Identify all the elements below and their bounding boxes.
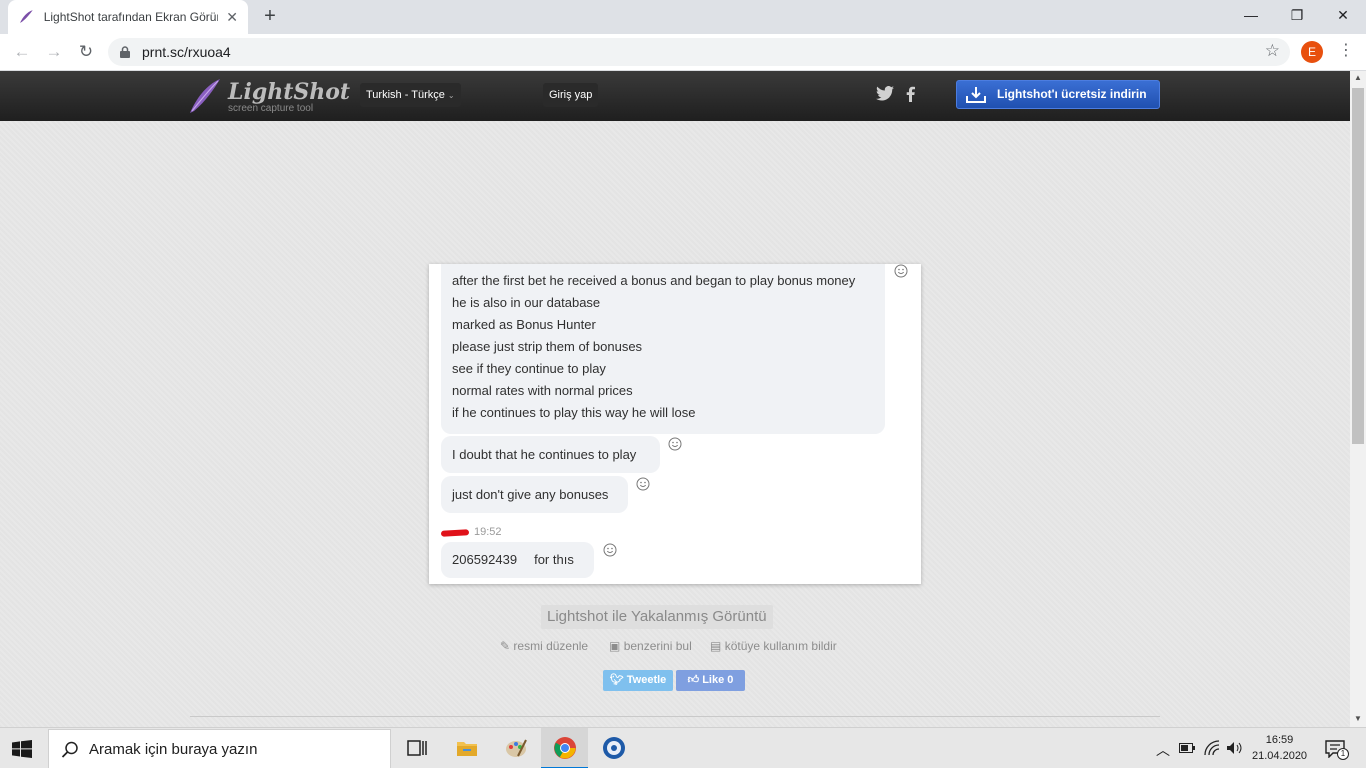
- download-icon: [966, 87, 986, 103]
- message-line: normal rates with normal prices: [452, 383, 633, 398]
- redaction-mark: [440, 529, 470, 537]
- message-bubble: I doubt that he continues to play: [441, 436, 660, 473]
- edit-image-link[interactable]: ✎ resmi düzenle: [500, 639, 588, 653]
- tweet-label: Tweetle: [626, 674, 667, 686]
- message-line: after the first bet he received a bonus …: [452, 273, 856, 288]
- message-bubble: 206592439 for thıs: [441, 542, 594, 578]
- clock-time: 16:59: [1265, 734, 1294, 746]
- wifi-icon[interactable]: [1204, 740, 1220, 756]
- language-label: Turkish - Türkçe: [366, 89, 445, 101]
- account-number: 206592439: [452, 552, 518, 567]
- message-time: 19:52: [474, 526, 502, 538]
- trash-icon: ▤: [710, 639, 722, 653]
- pencil-icon: ✎: [500, 639, 511, 653]
- message-bubble-block: after the first bet he received a bonus …: [441, 264, 885, 434]
- back-icon[interactable]: ←: [10, 40, 34, 64]
- scroll-down-icon[interactable]: ▼: [1350, 714, 1366, 723]
- tweet-button[interactable]: 🐦︎ Tweetle: [603, 670, 673, 691]
- screenshot-image[interactable]: after the first bet he received a bonus …: [429, 264, 921, 584]
- url-text: prnt.sc/rxuoa4: [142, 44, 231, 60]
- similar-label: benzerini bul: [623, 639, 692, 653]
- message-line: please just strip them of bonuses: [452, 339, 643, 354]
- taskbar-search[interactable]: Aramak için buraya yazın: [48, 729, 391, 768]
- camera-icon: ▣: [609, 639, 621, 653]
- find-similar-link[interactable]: ▣ benzerini bul: [609, 639, 692, 653]
- login-button[interactable]: Giriş yap: [543, 83, 599, 107]
- logo-subtitle: screen capture tool: [228, 103, 314, 114]
- volume-icon[interactable]: [1226, 741, 1244, 755]
- twitter-small-icon: 🐦︎: [609, 674, 624, 686]
- message-bubble: just don't give any bonuses: [441, 476, 628, 513]
- chrome-icon[interactable]: [553, 736, 577, 760]
- download-button[interactable]: Lightshot'ı ücretsiz indirin: [956, 80, 1160, 109]
- like-label: Like 0: [702, 674, 734, 686]
- message-text: 206592439 for thıs: [452, 549, 583, 571]
- forward-icon[interactable]: →: [42, 40, 66, 64]
- restore-icon[interactable]: ❐: [1274, 0, 1320, 30]
- scrollbar-thumb[interactable]: [1352, 88, 1364, 444]
- image-caption: Lightshot ile Yakalanmış Görüntü: [541, 605, 773, 629]
- search-icon: [61, 741, 78, 758]
- page-scrollbar[interactable]: ▲ ▼: [1350, 71, 1366, 727]
- browser-toolbar: ← → ↻ prnt.sc/rxuoa4 ☆ E ⋮: [0, 34, 1366, 71]
- message-suffix: for thıs: [534, 552, 574, 567]
- message-line: marked as Bonus Hunter: [452, 317, 596, 332]
- notification-center-icon[interactable]: 1: [1325, 740, 1349, 763]
- message-text: just don't give any bonuses: [452, 487, 609, 502]
- lightshot-feather-icon: [19, 10, 33, 23]
- twitter-icon[interactable]: [876, 86, 894, 106]
- page-content: LightShot screen capture tool Turkish - …: [0, 71, 1350, 727]
- address-bar[interactable]: prnt.sc/rxuoa4 ☆: [108, 38, 1290, 66]
- tab-title: LightShot tarafından Ekran Görüntüsü: [43, 10, 219, 24]
- reload-icon[interactable]: ↻: [74, 40, 98, 64]
- lightshot-header: LightShot screen capture tool Turkish - …: [0, 71, 1350, 121]
- download-label: Lightshot'ı ücretsiz indirin: [997, 87, 1147, 101]
- thumbs-up-icon: 👍︎: [687, 674, 700, 686]
- smiley-icon: [603, 543, 617, 557]
- browser-tab[interactable]: LightShot tarafından Ekran Görüntüsü ✕: [8, 0, 248, 34]
- system-clock[interactable]: 16:59 21.04.2020: [1252, 732, 1307, 764]
- new-tab-icon[interactable]: +: [258, 5, 282, 29]
- facebook-icon[interactable]: [906, 86, 915, 107]
- app-globe-icon[interactable]: [602, 736, 626, 760]
- tab-close-icon[interactable]: ✕: [226, 9, 238, 26]
- clock-date: 21.04.2020: [1252, 750, 1308, 762]
- footer-divider: [190, 716, 1160, 717]
- message-text: I doubt that he continues to play: [452, 447, 637, 462]
- logo-name: LightShot: [228, 79, 351, 105]
- message-line: he is also in our database: [452, 295, 601, 310]
- bookmark-star-icon[interactable]: ☆: [1265, 41, 1280, 61]
- message-line: see if they continue to play: [452, 361, 606, 376]
- message-line: if he continues to play this way he will…: [452, 405, 696, 420]
- task-view-icon[interactable]: [405, 736, 429, 760]
- windows-start-icon[interactable]: [12, 740, 32, 758]
- paint-icon[interactable]: [504, 736, 528, 760]
- window-close-icon[interactable]: ✕: [1320, 0, 1366, 30]
- chevron-down-icon: ⌄: [447, 91, 455, 100]
- chrome-menu-icon[interactable]: ⋮: [1338, 40, 1354, 60]
- report-abuse-link[interactable]: ▤ kötüye kullanım bildir: [710, 639, 837, 653]
- smiley-icon: [668, 437, 682, 451]
- lock-icon: [120, 46, 130, 58]
- search-placeholder: Aramak için buraya yazın: [89, 741, 258, 758]
- scroll-up-icon[interactable]: ▲: [1350, 73, 1366, 82]
- taskbar: Aramak için buraya yazın ︿ 16:59 21.04.2…: [0, 727, 1366, 768]
- profile-avatar[interactable]: E: [1301, 41, 1323, 63]
- like-button[interactable]: 👍︎ Like 0: [676, 670, 745, 691]
- language-select[interactable]: Turkish - Türkçe ⌄: [360, 83, 461, 107]
- feather-logo-icon: [190, 79, 220, 113]
- minimize-icon[interactable]: —: [1228, 0, 1274, 30]
- notification-count: 1: [1337, 748, 1349, 760]
- show-hidden-icons[interactable]: ︿: [1156, 740, 1170, 760]
- edit-label: resmi düzenle: [513, 639, 589, 653]
- smiley-icon: [636, 477, 650, 491]
- tab-strip: LightShot tarafından Ekran Görüntüsü ✕ +…: [0, 0, 1366, 34]
- smiley-icon: [894, 264, 908, 278]
- file-explorer-icon[interactable]: [455, 736, 479, 760]
- battery-icon[interactable]: [1179, 743, 1195, 753]
- report-label: kötüye kullanım bildir: [724, 639, 837, 653]
